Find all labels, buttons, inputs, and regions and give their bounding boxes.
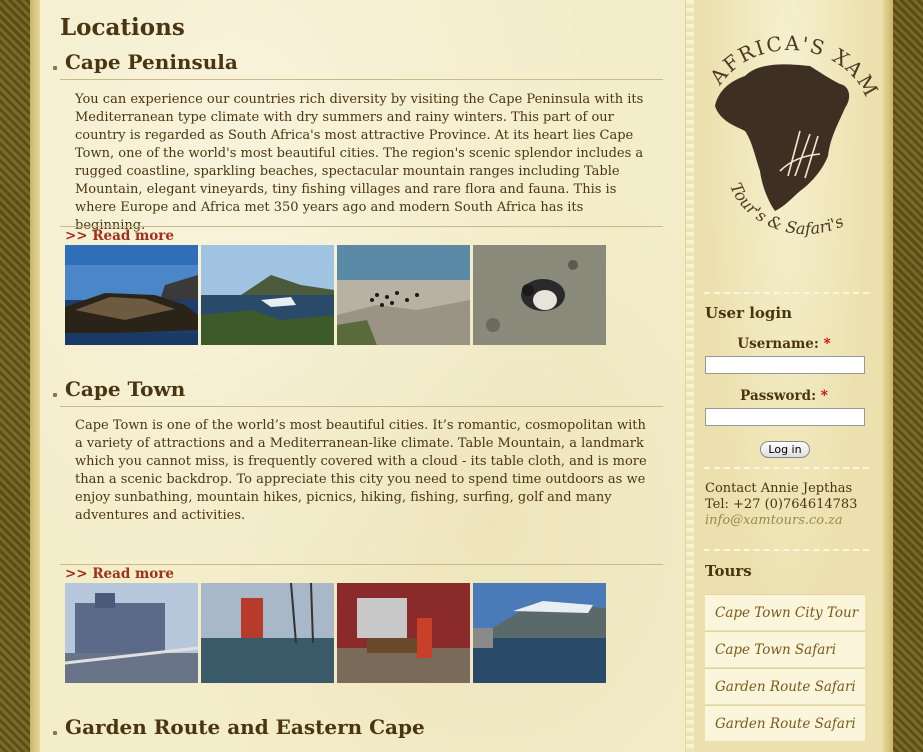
section-text-cape-town: Cape Town is one of the world’s most bea… (75, 418, 647, 523)
tour-item-cape-town-safari[interactable]: Cape Town Safari (705, 631, 865, 667)
divider (60, 564, 663, 565)
main-content: Locations Cape Peninsula You can experie… (40, 0, 685, 752)
page-title: Locations (60, 14, 185, 41)
login-button[interactable]: Log in (760, 441, 810, 458)
contact-email-link[interactable]: info@xamtours.co.za (705, 513, 843, 528)
contact-name: Contact Annie Jepthas (705, 481, 853, 496)
username-label-text: Username: (737, 336, 819, 352)
sidebar-divider (704, 467, 869, 469)
tour-item-garden-route-safari[interactable]: Garden Route Safari (705, 668, 865, 704)
sidebar: AFRICA'S XAM Tour's & Safari's User logi… (694, 0, 883, 752)
required-mark: * (823, 336, 831, 352)
bullet-icon (53, 66, 57, 70)
tour-item-garden-route-safari[interactable]: Garden Route Safari (705, 705, 865, 741)
sidebar-divider (704, 549, 869, 551)
photo-clock-tower[interactable] (201, 583, 334, 683)
password-input[interactable] (705, 408, 865, 426)
photo-street-musicians[interactable] (337, 583, 470, 683)
section-heading-cape-town: Cape Town (65, 377, 186, 401)
left-ornamental-border (0, 0, 40, 752)
contact-block: Contact Annie Jepthas Tel: +27 (0)764614… (705, 481, 857, 529)
password-label: Password: * (694, 388, 874, 404)
login-heading: User login (705, 304, 792, 322)
photo-table-mountain-harbour[interactable] (473, 583, 606, 683)
password-label-text: Password: (740, 388, 817, 404)
section-heading-cape-peninsula: Cape Peninsula (65, 50, 238, 74)
divider (60, 406, 663, 407)
photo-cape-peninsula-seals[interactable] (65, 245, 198, 345)
read-more-link-cape-peninsula[interactable]: >> Read more (65, 228, 174, 244)
username-label: Username: * (694, 336, 874, 352)
page: Locations Cape Peninsula You can experie… (40, 0, 883, 752)
photo-cape-point-coast[interactable] (201, 245, 334, 345)
bullet-icon (53, 731, 57, 735)
username-input[interactable] (705, 356, 865, 374)
required-mark: * (820, 388, 828, 404)
section-heading-garden-route: Garden Route and Eastern Cape (65, 715, 425, 739)
photo-penguin-colony[interactable] (337, 245, 470, 345)
right-ornamental-border (883, 0, 923, 752)
photo-waterfront-building[interactable] (65, 583, 198, 683)
divider (60, 79, 663, 80)
section-text-cape-peninsula: You can experience our countries rich di… (75, 92, 644, 233)
tour-item-cape-town-city-tour[interactable]: Cape Town City Tour (705, 594, 865, 630)
sidebar-divider (704, 292, 869, 294)
read-more-link-cape-town[interactable]: >> Read more (65, 566, 174, 582)
bullet-icon (53, 393, 57, 397)
contact-phone: Tel: +27 (0)764614783 (705, 497, 858, 512)
photo-penguin-closeup[interactable] (473, 245, 606, 345)
divider (60, 226, 663, 227)
company-logo[interactable]: AFRICA'S XAM Tour's & Safari's (700, 6, 882, 276)
tours-heading: Tours (705, 562, 752, 580)
